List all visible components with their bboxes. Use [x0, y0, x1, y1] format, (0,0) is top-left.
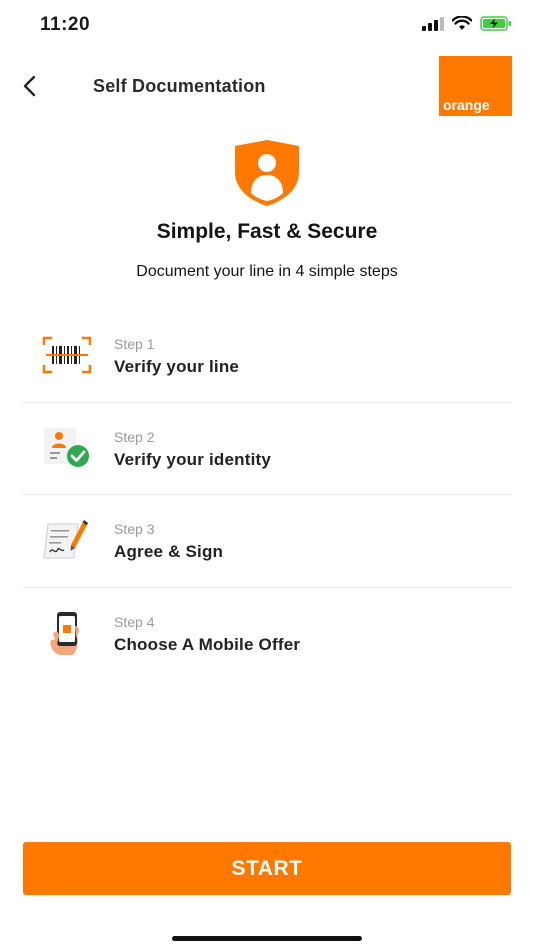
- start-button[interactable]: START: [23, 842, 511, 895]
- hero-title: Simple, Fast & Secure: [156, 220, 378, 243]
- id-check-icon: [42, 423, 92, 473]
- page-title: Self Documentation: [93, 76, 266, 96]
- step-verify-line: Step 1 Verify your line: [22, 310, 512, 403]
- orange-logo: orange: [439, 56, 512, 116]
- cellular-signal-icon: [422, 16, 444, 36]
- battery-charging-icon: [480, 16, 512, 36]
- step-label: Agree & Sign: [114, 542, 224, 561]
- step-label: Verify your identity: [114, 449, 272, 469]
- document-sign-icon: [42, 515, 92, 565]
- step-label: Verify your line: [114, 357, 240, 376]
- status-time: 11:20: [40, 14, 91, 35]
- wifi-icon: [451, 15, 473, 36]
- logo-text: orange: [443, 97, 490, 113]
- step-number: Step 4: [114, 613, 155, 630]
- step-number: Step 1: [114, 336, 155, 352]
- back-button[interactable]: [14, 70, 46, 102]
- steps-list: Step 1 Verify your line Step 2 Verify yo…: [22, 310, 512, 680]
- shield-user-icon: [233, 138, 301, 213]
- step-agree-sign: Step 3 Agree & Sign: [22, 495, 512, 588]
- step-label: Choose A Mobile Offer: [114, 634, 301, 654]
- status-icons: [422, 15, 512, 36]
- barcode-scan-icon: [42, 330, 92, 380]
- hero-subtitle: Document your line in 4 simple steps: [136, 263, 398, 280]
- chevron-left-icon: [23, 75, 36, 97]
- status-bar: 11:20: [0, 0, 534, 52]
- step-verify-identity: Step 2 Verify your identity: [22, 403, 512, 495]
- home-indicator: [172, 936, 362, 941]
- step-number: Step 3: [114, 521, 155, 537]
- phone-in-hand-icon: [42, 608, 92, 658]
- step-number: Step 2: [114, 428, 155, 445]
- header: Self Documentation orange: [0, 56, 534, 118]
- step-choose-offer: Step 4 Choose A Mobile Offer: [22, 588, 512, 681]
